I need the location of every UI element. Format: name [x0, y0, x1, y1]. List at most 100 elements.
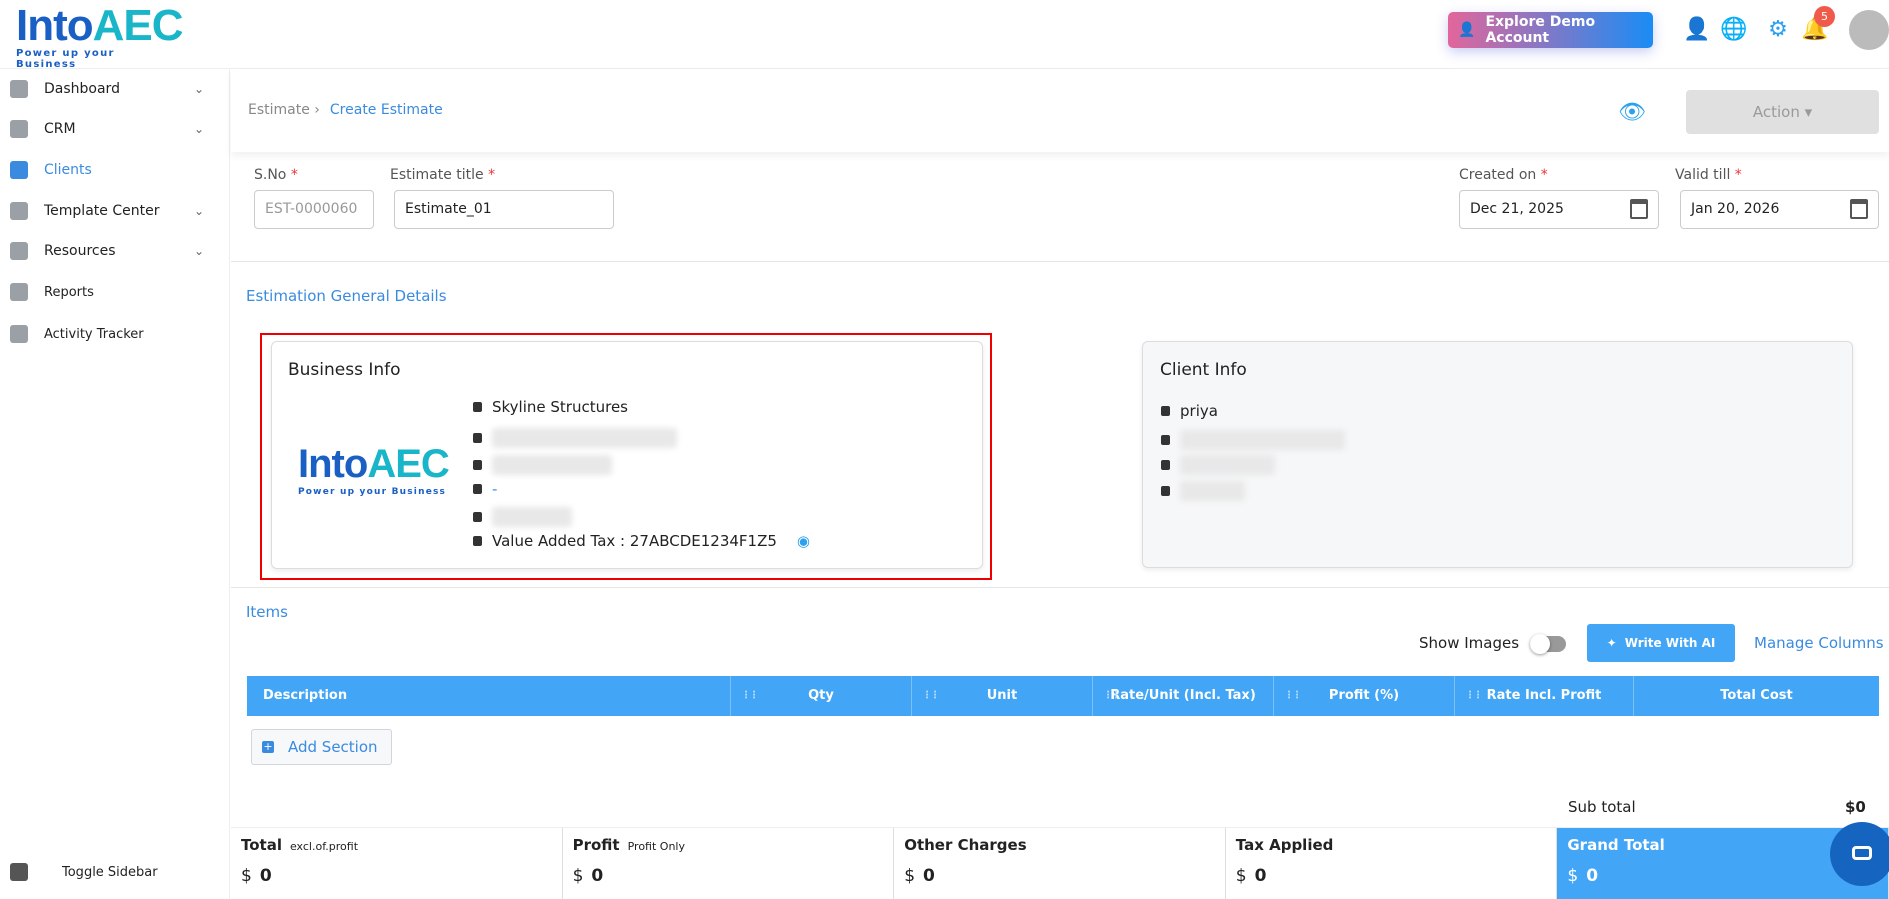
sidebar-item-resources[interactable]: Resources ⌄: [0, 233, 230, 269]
manage-columns-link[interactable]: Manage Columns: [1754, 634, 1884, 652]
business-vat-row: Value Added Tax : 27ABCDE1234F1Z5 ◉: [473, 532, 810, 550]
drag-handle-icon[interactable]: ⋮⋮: [741, 676, 759, 716]
drag-handle-icon[interactable]: ⋮⋮: [1465, 676, 1483, 716]
globe-icon: [473, 484, 482, 494]
avatar[interactable]: [1849, 10, 1889, 50]
action-dropdown[interactable]: Action ▾: [1686, 90, 1879, 134]
sidebar-item-dashboard[interactable]: Dashboard ⌄: [0, 71, 230, 107]
show-images-label: Show Images: [1419, 634, 1520, 652]
breadcrumb-current: Create Estimate: [329, 102, 443, 118]
business-info-title: Business Info: [288, 360, 401, 380]
show-images-toggle[interactable]: [1530, 634, 1566, 654]
column-total-cost[interactable]: Total Cost: [1634, 676, 1879, 716]
subtotal-value: $0: [1845, 798, 1866, 816]
toggle-sidebar-button[interactable]: Toggle Sidebar: [0, 854, 230, 890]
general-details-title: Estimation General Details: [246, 287, 447, 305]
globe-icon[interactable]: 🌐: [1720, 16, 1748, 44]
business-email-row: [473, 428, 677, 448]
business-website-row: -: [473, 480, 497, 498]
phone-icon: [473, 460, 482, 470]
items-title: Items: [246, 603, 288, 621]
sidebar-item-reports[interactable]: Reports: [0, 274, 230, 310]
valid-till-label: Valid till *: [1675, 167, 1742, 183]
column-rate-incl-profit[interactable]: ⋮⋮ Rate Incl. Profit: [1455, 676, 1634, 716]
sidebar-item-template-center[interactable]: Template Center ⌄: [0, 193, 230, 229]
client-info-title: Client Info: [1160, 360, 1247, 380]
column-qty[interactable]: ⋮⋮ Qty: [731, 676, 912, 716]
drag-handle-icon[interactable]: ⋮⋮: [1284, 676, 1302, 716]
business-logo: IntoAEC Power up your Business: [298, 442, 450, 497]
template-icon: [10, 202, 28, 220]
calendar-icon[interactable]: [1630, 199, 1648, 219]
total-box: Total excl.of.profit $0: [231, 828, 563, 899]
estimate-title-label: Estimate title *: [390, 167, 496, 183]
sno-label: S.No *: [254, 167, 298, 183]
client-info-card: Client Info priya: [1142, 341, 1853, 568]
sidebar: Dashboard ⌄ CRM ⌄ Clients Template Center ⌄…: [0, 69, 230, 899]
add-section-button[interactable]: + Add Section: [251, 729, 392, 765]
user-icon: 👤: [1458, 22, 1476, 38]
sno-input[interactable]: EST-0000060: [254, 190, 374, 229]
client-phone-row: [1161, 455, 1275, 475]
explore-demo-button[interactable]: 👤 Explore Demo Account: [1448, 12, 1653, 48]
building-icon: [473, 402, 482, 412]
mail-icon: [473, 433, 482, 443]
tax-applied-box: Tax Applied $0: [1226, 828, 1558, 899]
business-address-row: [473, 507, 572, 527]
top-bar: IntoAEC Power up your Business 👤 Explore …: [0, 0, 1889, 71]
phone-icon: [1161, 460, 1170, 470]
document-icon: [473, 536, 482, 546]
resources-icon: [10, 242, 28, 260]
chat-icon: [1852, 846, 1872, 860]
eye-icon[interactable]: ◉: [797, 532, 810, 550]
breadcrumb-estimate[interactable]: Estimate: [248, 102, 310, 118]
client-address-row: [1161, 481, 1245, 501]
location-icon: [473, 512, 482, 522]
column-rate[interactable]: ⋮⋮ Rate/Unit (Incl. Tax): [1093, 676, 1274, 716]
crm-icon: [10, 120, 28, 138]
profit-box: Profit Profit Only $0: [563, 828, 895, 899]
write-with-ai-button[interactable]: ✦ Write With AI: [1587, 624, 1735, 662]
valid-till-input[interactable]: Jan 20, 2026: [1680, 190, 1879, 229]
created-on-label: Created on *: [1459, 167, 1548, 183]
reports-icon: [10, 283, 28, 301]
add-user-icon[interactable]: 👤: [1683, 16, 1711, 44]
divider: [231, 587, 1889, 588]
sparkle-icon: ✦: [1606, 636, 1617, 650]
chevron-down-icon: ⌄: [193, 82, 204, 96]
gear-icon[interactable]: ⚙: [1764, 16, 1792, 44]
divider: [231, 261, 1889, 262]
mail-icon: [1161, 435, 1170, 445]
estimate-title-input[interactable]: Estimate_01: [394, 190, 614, 229]
chevron-down-icon: ⌄: [193, 204, 204, 218]
items-table-header: Description ⋮⋮ Qty ⋮⋮ Unit ⋮⋮ Rate/Unit (In…: [247, 676, 1879, 716]
breadcrumb: Estimate › Create Estimate: [248, 102, 443, 118]
chevron-down-icon: ⌄: [193, 244, 204, 258]
business-name-row: Skyline Structures: [473, 398, 628, 416]
subtotal-label: Sub total: [1568, 798, 1636, 816]
clients-icon: [10, 161, 28, 179]
sidebar-item-activity-tracker[interactable]: Activity Tracker: [0, 316, 230, 352]
preview-eye-icon[interactable]: 👁: [1618, 100, 1646, 125]
sidebar-item-clients[interactable]: Clients: [0, 152, 230, 188]
sidebar-item-crm[interactable]: CRM ⌄: [0, 111, 230, 147]
client-email-row: [1161, 430, 1345, 450]
column-description[interactable]: Description: [247, 676, 731, 716]
business-info-card: Business Info IntoAEC Power up your Busi…: [271, 341, 983, 569]
column-unit[interactable]: ⋮⋮ Unit: [912, 676, 1093, 716]
chat-widget-button[interactable]: [1830, 822, 1889, 886]
client-name-row: priya: [1161, 402, 1218, 420]
column-profit[interactable]: ⋮⋮ Profit (%): [1274, 676, 1455, 716]
drag-handle-icon[interactable]: ⋮⋮: [1103, 676, 1121, 716]
activity-icon: [10, 325, 28, 343]
location-icon: [1161, 486, 1170, 496]
other-charges-box: Other Charges $0: [894, 828, 1226, 899]
drag-handle-icon[interactable]: ⋮⋮: [922, 676, 940, 716]
business-phone-row: [473, 455, 612, 475]
calendar-icon[interactable]: [1850, 199, 1868, 219]
dashboard-icon: [10, 80, 28, 98]
created-on-input[interactable]: Dec 21, 2025: [1459, 190, 1659, 229]
app-logo[interactable]: IntoAEC Power up your Business: [16, 4, 184, 71]
person-icon: [1161, 406, 1170, 416]
plus-icon: +: [262, 740, 274, 753]
